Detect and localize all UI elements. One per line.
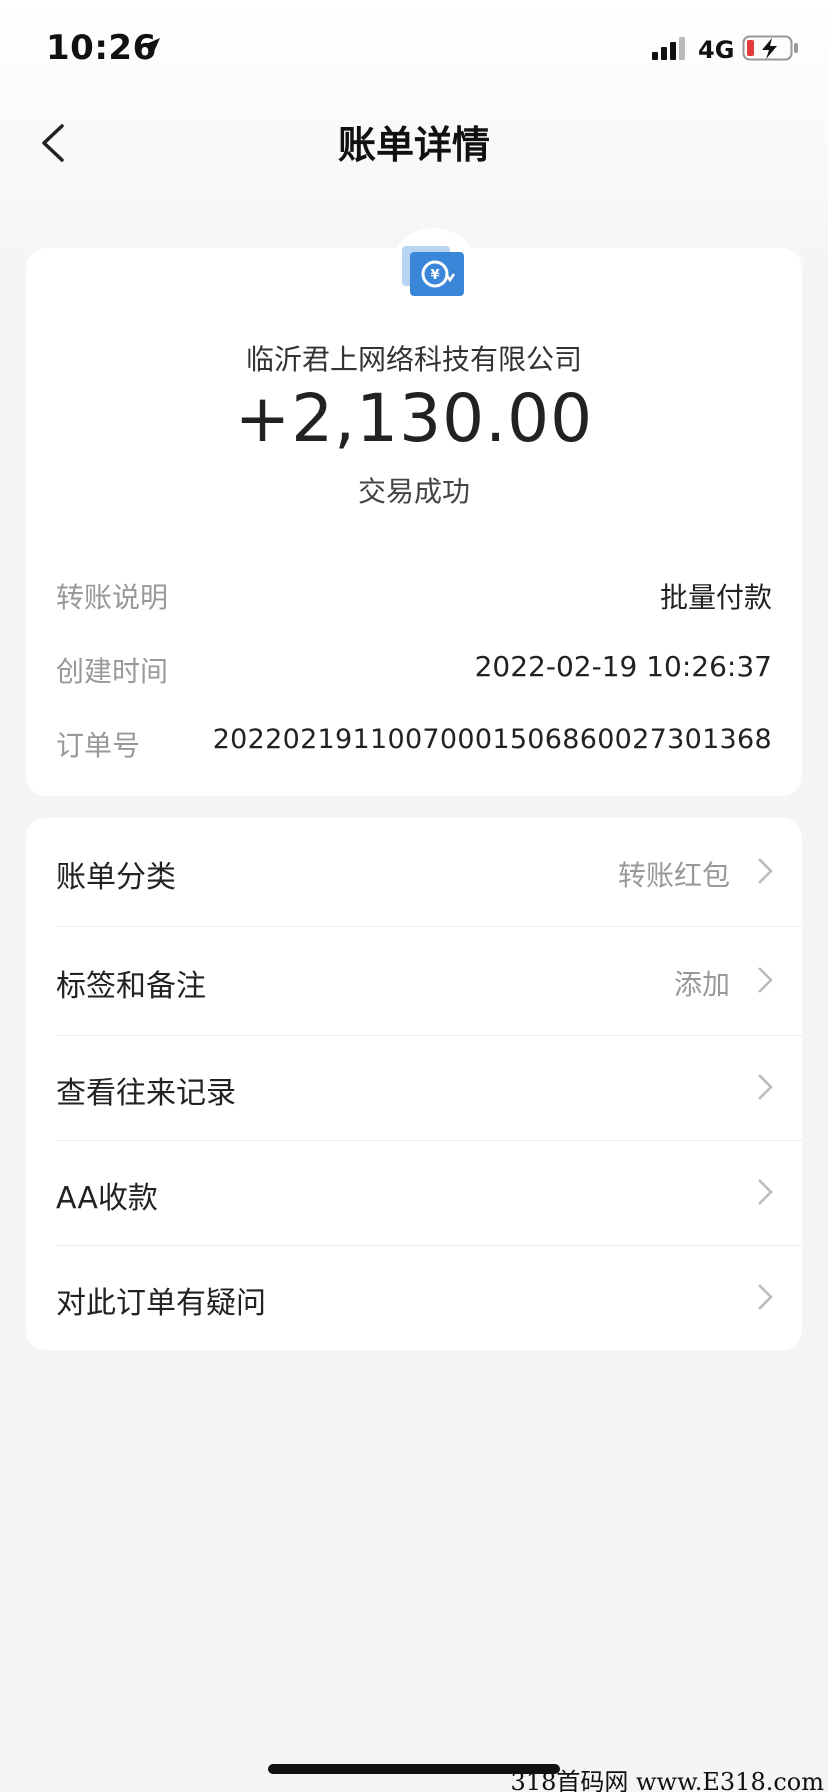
- action-value: 添加: [673, 968, 730, 1001]
- action-label: 对此订单有疑问: [56, 1286, 266, 1321]
- action-label: 查看往来记录: [56, 1076, 236, 1111]
- aa-collect-item[interactable]: AA收款: [56, 1141, 802, 1245]
- battery-charging-icon: [742, 35, 798, 61]
- transaction-amount: +2,130.00: [234, 380, 594, 457]
- order-question-item[interactable]: 对此订单有疑问: [56, 1246, 802, 1350]
- merchant-logo-icon: ¥: [388, 228, 480, 320]
- chevron-right-icon: [758, 1284, 773, 1310]
- action-label: 账单分类: [56, 860, 176, 895]
- merchant-name: 临沂君上网络科技有限公司: [245, 343, 582, 376]
- detail-value: 20220219110070001506860027301368: [212, 724, 772, 755]
- chevron-right-icon: [758, 1179, 773, 1205]
- chevron-right-icon: [758, 858, 773, 884]
- svg-text:¥: ¥: [430, 268, 439, 283]
- network-type: 4G: [698, 36, 735, 64]
- bill-summary-card: ¥ 临沂君上网络科技有限公司 +2,130.00 交易成功 转账说明 批量付款 …: [26, 228, 802, 796]
- detail-row-created-time: 创建时间 2022-02-19 10:26:37: [56, 650, 772, 700]
- action-label: AA收款: [56, 1181, 158, 1216]
- tags-notes-item[interactable]: 标签和备注 添加: [56, 927, 802, 1035]
- action-label: 标签和备注: [56, 969, 206, 1004]
- action-value: 转账红包: [617, 859, 730, 892]
- detail-label: 创建时间: [56, 655, 169, 688]
- detail-label: 订单号: [56, 729, 141, 762]
- view-history-item[interactable]: 查看往来记录: [56, 1036, 802, 1140]
- location-arrow-icon: [142, 38, 160, 56]
- status-bar: 10:26 4G: [0, 0, 828, 100]
- detail-row-transfer-note: 转账说明 批量付款: [56, 576, 772, 626]
- page-title: 账单详情: [337, 123, 490, 167]
- transaction-status: 交易成功: [357, 475, 470, 508]
- detail-row-order-number: 订单号 20220219110070001506860027301368: [56, 724, 772, 774]
- detail-value: 批量付款: [659, 581, 772, 614]
- detail-value: 2022-02-19 10:26:37: [474, 650, 772, 683]
- bill-category-item[interactable]: 账单分类 转账红包: [56, 818, 802, 926]
- cellular-signal-icon: [652, 37, 685, 60]
- chevron-right-icon: [758, 1074, 773, 1100]
- nav-bar: 账单详情: [0, 100, 828, 190]
- detail-label: 转账说明: [56, 581, 169, 614]
- chevron-right-icon: [758, 967, 773, 993]
- bill-actions-card: 账单分类 转账红包 标签和备注 添加 查看往来记录 AA收款 对此订单有疑问: [26, 818, 802, 1350]
- watermark-text: 318首码网 www.E318.com: [510, 1768, 824, 1792]
